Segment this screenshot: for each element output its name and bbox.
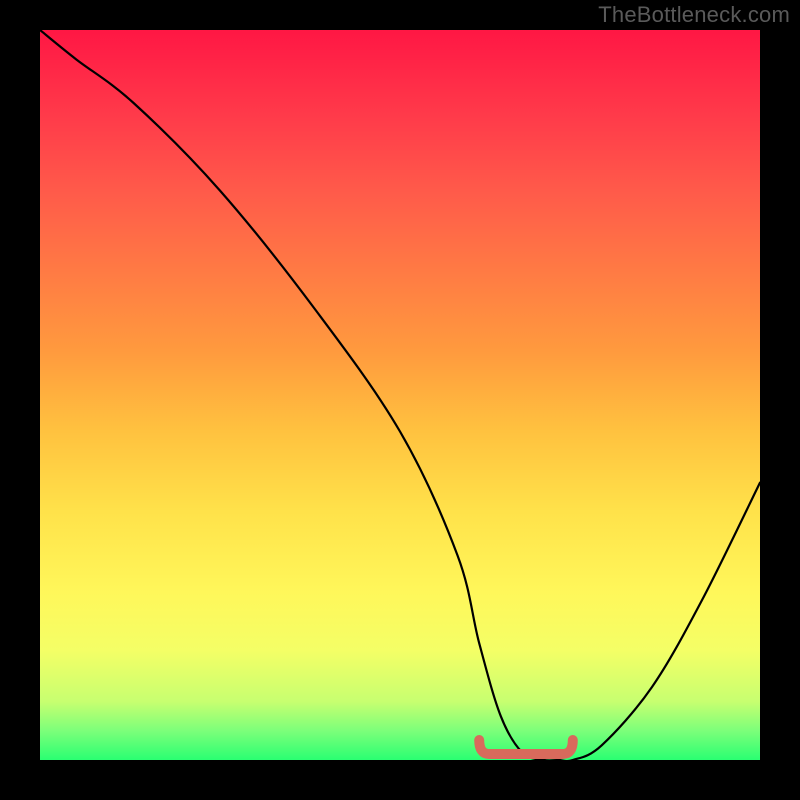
optimal-range-marker (479, 740, 573, 754)
curve-layer (40, 30, 760, 760)
chart-frame: TheBottleneck.com (0, 0, 800, 800)
plot-area (40, 30, 760, 760)
bottleneck-curve (40, 30, 760, 760)
watermark-text: TheBottleneck.com (598, 2, 790, 28)
